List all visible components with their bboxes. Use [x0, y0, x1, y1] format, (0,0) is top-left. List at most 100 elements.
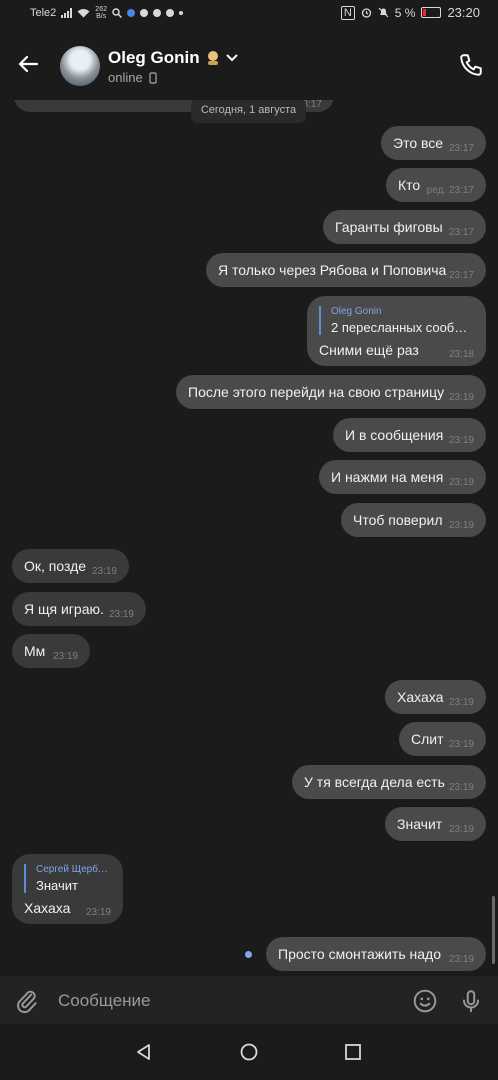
reply-quote[interactable]: Сергей Щербаков Значит	[24, 864, 111, 893]
phone-icon[interactable]	[458, 52, 484, 78]
message-bubble-in-reply[interactable]: Сергей Щербаков Значит Хахаха 23:19	[12, 854, 123, 924]
message-text: Гаранты фиговы	[335, 219, 443, 235]
message-text: Хахаха	[24, 900, 71, 916]
message-time: 23:19	[448, 520, 474, 531]
message-bubble-out[interactable]: И нажми на меня 23:19	[319, 460, 486, 494]
net-speed-unit: B/s	[96, 13, 107, 20]
message-text: Чтоб поверил	[353, 512, 443, 528]
quote-author: Oleg Gonin	[331, 306, 382, 317]
more-notifications-icon	[178, 11, 183, 15]
message-bubble-in[interactable]: Я щя играю. 23:19	[12, 592, 146, 626]
net-speed: 262 B/s	[95, 6, 107, 20]
message-time: 23:19	[52, 651, 78, 662]
settings-notification-icon	[165, 9, 174, 17]
contact-name-row[interactable]: Oleg Gonin	[108, 48, 238, 68]
chevron-down-icon[interactable]	[225, 54, 238, 62]
message-text: После этого перейди на свою страницу	[188, 384, 445, 400]
message-time: 23:19	[448, 954, 474, 965]
message-text: Мм	[24, 643, 46, 659]
message-text: И нажми на меня	[331, 469, 444, 485]
message-time: 23:19	[108, 609, 134, 620]
paperclip-icon[interactable]	[14, 988, 40, 1014]
message-bubble-out-reply[interactable]: Oleg Gonin 2 пересланных сообщения Сними…	[307, 296, 486, 366]
avatar[interactable]	[60, 46, 100, 86]
quote-author: Сергей Щербаков	[36, 864, 111, 875]
message-text: Просто смонтажить надо	[278, 946, 442, 962]
chat-notification-icon	[152, 9, 161, 17]
emoji-icon[interactable]	[412, 988, 438, 1014]
message-text: Слит	[411, 731, 444, 747]
message-bubble-out[interactable]: Это все 23:17	[381, 126, 486, 160]
message-bubble-out[interactable]: После этого перейди на свою страницу 23:…	[176, 375, 486, 409]
status-bar: Tele2 262 B/s N 5 % 23:20	[0, 0, 498, 26]
net-speed-value: 262	[95, 6, 107, 13]
message-bubble-out[interactable]: Хахаха 23:19	[385, 680, 486, 714]
scrollbar[interactable]	[492, 896, 495, 964]
mobile-icon	[149, 71, 157, 84]
emoji-badge-icon	[207, 51, 218, 65]
wifi-icon	[77, 9, 90, 18]
back-arrow-icon[interactable]	[16, 52, 40, 76]
message-time: 23:17	[448, 270, 474, 281]
message-text: Это все	[393, 135, 444, 151]
message-text: Я щя играю.	[24, 601, 104, 617]
message-text: И в сообщения	[345, 427, 444, 443]
heart-notification-icon	[139, 9, 148, 17]
message-bubble-out[interactable]: У тя всегда дела есть 23:19	[292, 765, 486, 799]
signal-icon	[61, 8, 73, 18]
unread-indicator	[245, 951, 252, 958]
message-text: Ок, позде	[24, 558, 87, 574]
message-bubble-out[interactable]: Чтоб поверил 23:19	[341, 503, 486, 537]
message-bubble-out[interactable]: Гаранты фиговы 23:17	[323, 210, 486, 244]
system-nav-bar	[0, 1024, 498, 1080]
chat-header: Oleg Gonin online	[0, 26, 498, 100]
nav-back-icon[interactable]	[134, 1042, 154, 1062]
message-text: У тя всегда дела есть	[304, 774, 445, 790]
message-text: Кто	[398, 177, 421, 193]
message-bubble-out[interactable]: Значит 23:19	[385, 807, 486, 841]
alarm-icon	[361, 8, 371, 18]
message-bubble-out[interactable]: Кто ред. 23:17	[386, 168, 486, 202]
message-time: 23:19	[448, 392, 474, 403]
message-bubble-out[interactable]: И в сообщения 23:19	[333, 418, 486, 452]
search-notification-icon	[112, 8, 122, 18]
message-time: 23:19	[91, 566, 117, 577]
message-time: 23:19	[448, 477, 474, 488]
battery-percent: 5 %	[394, 5, 416, 20]
battery-icon	[421, 7, 442, 18]
quote-text: Значит	[36, 878, 78, 893]
date-separator: Сегодня, 1 августа	[191, 100, 306, 123]
message-bubble-out[interactable]: Я только через Рябова и Поповича 23:17	[206, 253, 486, 287]
message-time: 23:19	[448, 824, 474, 835]
message-composer	[0, 976, 498, 1024]
message-bubble-out[interactable]: Слит 23:19	[399, 722, 486, 756]
online-status: online	[108, 70, 157, 85]
message-list[interactable]: 23:17 Сегодня, 1 августа Это все 23:17 К…	[0, 100, 498, 976]
message-time: 23:19	[448, 435, 474, 446]
message-time: 23:18	[448, 349, 474, 360]
message-time: 23:19	[448, 697, 474, 708]
message-bubble-in[interactable]: Ок, позде 23:19	[12, 549, 129, 583]
mute-icon	[378, 7, 389, 18]
message-input[interactable]	[56, 986, 400, 1016]
microphone-icon[interactable]	[458, 988, 484, 1014]
quote-text: 2 пересланных сообщения	[331, 320, 476, 335]
forwarded-quote[interactable]: Oleg Gonin 2 пересланных сообщения	[319, 306, 476, 335]
clock: 23:20	[447, 5, 480, 20]
message-bubble-out[interactable]: Просто смонтажить надо 23:19	[266, 937, 486, 971]
nav-home-icon[interactable]	[239, 1042, 259, 1062]
message-time: 23:17	[448, 143, 474, 154]
message-time: 23:19	[85, 907, 111, 918]
message-time: ред. 23:17	[426, 185, 474, 196]
message-text: Хахаха	[397, 689, 444, 705]
message-text: Я только через Рябова и Поповича	[218, 262, 447, 278]
vk-notification-icon	[126, 9, 135, 17]
nav-recents-icon[interactable]	[343, 1042, 363, 1062]
message-bubble-in[interactable]: Мм 23:19	[12, 634, 90, 668]
nfc-icon: N	[340, 5, 355, 20]
message-time: 23:19	[448, 782, 474, 793]
online-label: online	[108, 70, 143, 85]
message-time: 23:19	[448, 739, 474, 750]
message-time: 23:17	[448, 227, 474, 238]
carrier-label: Tele2	[30, 7, 57, 19]
